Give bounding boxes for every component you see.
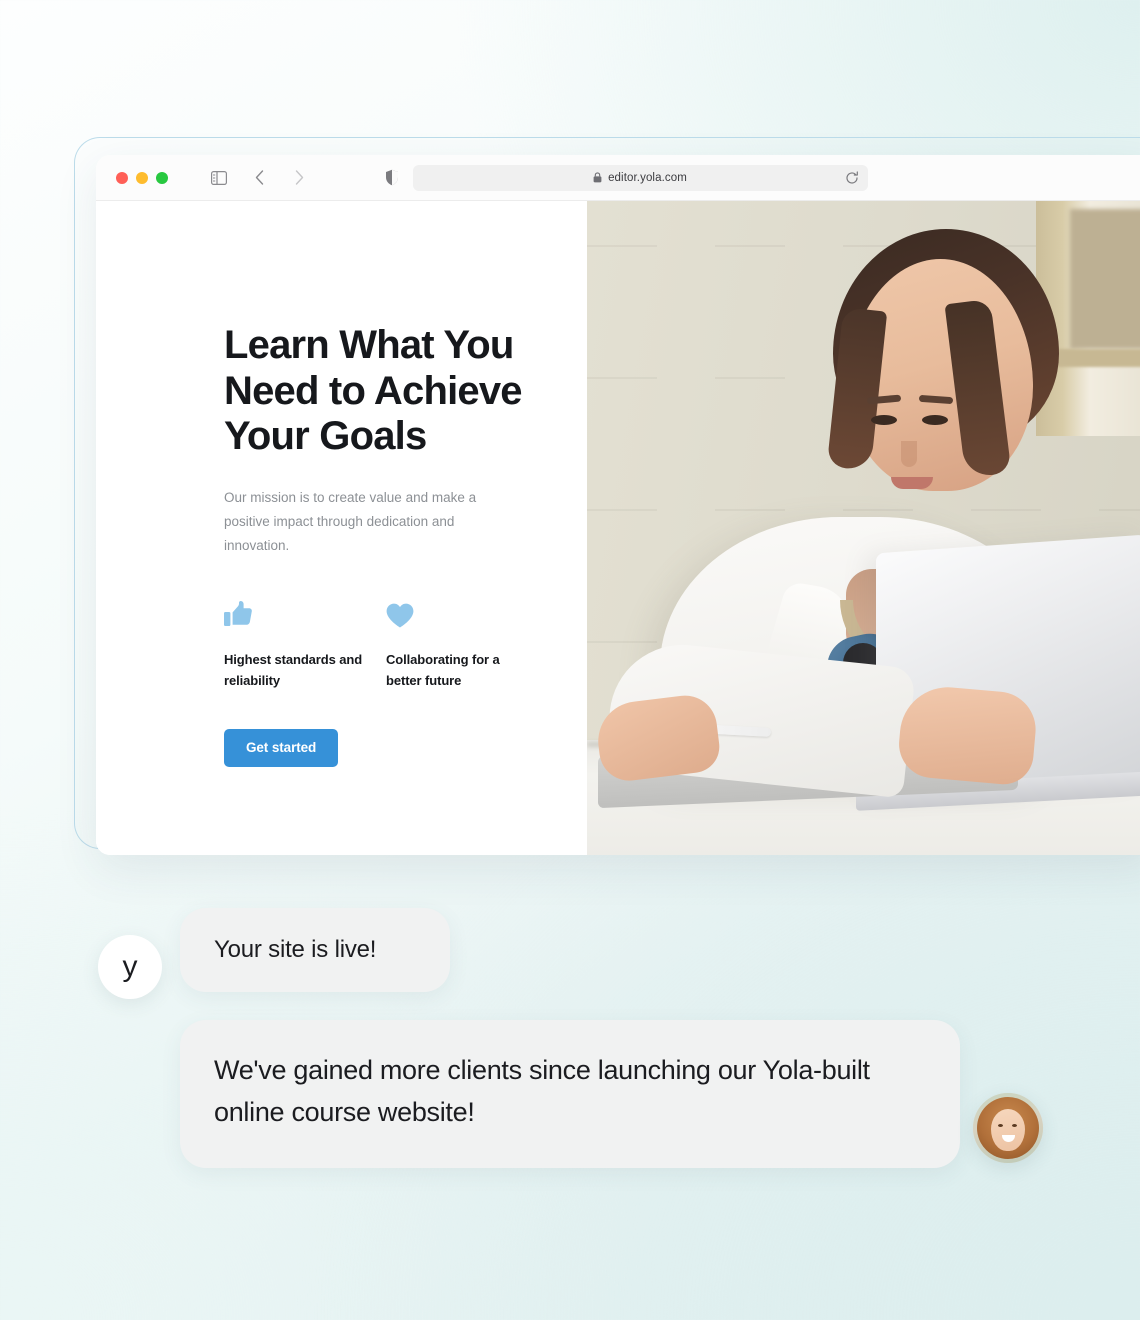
hero-image — [587, 201, 1140, 855]
chevron-left-icon[interactable] — [248, 167, 270, 189]
close-window-button[interactable] — [116, 171, 128, 184]
hero-subtitle: Our mission is to create value and make … — [224, 489, 477, 553]
photo-hand-right — [896, 683, 1039, 787]
photo-mouth — [890, 477, 933, 489]
heart-icon — [386, 598, 548, 628]
photo-eye-right — [921, 415, 948, 425]
get-started-button[interactable]: Get started — [224, 728, 339, 767]
url-input[interactable]: editor.yola.com — [412, 164, 868, 191]
feature-label: Collaborating for a better future — [386, 651, 500, 688]
browser-window: editor.yola.com Learn What You Need to A… — [96, 155, 1140, 855]
page-title: Learn What You Need to Achieve Your Goal… — [224, 323, 523, 459]
brand-avatar: y — [98, 935, 162, 999]
chat-bubble-status: Your site is live! — [180, 908, 450, 992]
website-page: Learn What You Need to Achieve Your Goal… — [96, 201, 1140, 855]
photo-nose — [901, 441, 918, 467]
browser-nav-controls — [208, 167, 310, 189]
minimize-window-button[interactable] — [136, 171, 148, 184]
window-traffic-lights[interactable] — [116, 171, 168, 184]
feature-item: Collaborating for a better future — [386, 598, 548, 691]
chat-bubble-testimonial: We've gained more clients since launchin… — [180, 1020, 960, 1168]
thumbs-up-icon — [224, 598, 386, 628]
avatar-face — [991, 1109, 1025, 1151]
browser-titlebar: editor.yola.com — [96, 155, 1140, 201]
chevron-right-icon[interactable] — [288, 167, 310, 189]
customer-avatar — [973, 1093, 1043, 1163]
lock-icon — [593, 172, 602, 183]
hero-text-column: Learn What You Need to Achieve Your Goal… — [96, 201, 587, 855]
avatar-eye-right — [1012, 1124, 1017, 1127]
avatar-eye-left — [998, 1124, 1003, 1127]
reload-icon[interactable] — [845, 170, 859, 185]
feature-item: Highest standards and reliability — [224, 598, 386, 691]
sidebar-toggle-icon[interactable] — [208, 167, 230, 189]
feature-list: Highest standards and reliability Collab… — [224, 598, 587, 691]
url-text: editor.yola.com — [608, 171, 687, 184]
photo-shelf-shadow — [1070, 209, 1140, 349]
feature-label: Highest standards and reliability — [224, 651, 363, 688]
photo-eye-left — [870, 415, 897, 425]
maximize-window-button[interactable] — [156, 171, 168, 184]
privacy-shield-icon[interactable] — [385, 169, 399, 186]
